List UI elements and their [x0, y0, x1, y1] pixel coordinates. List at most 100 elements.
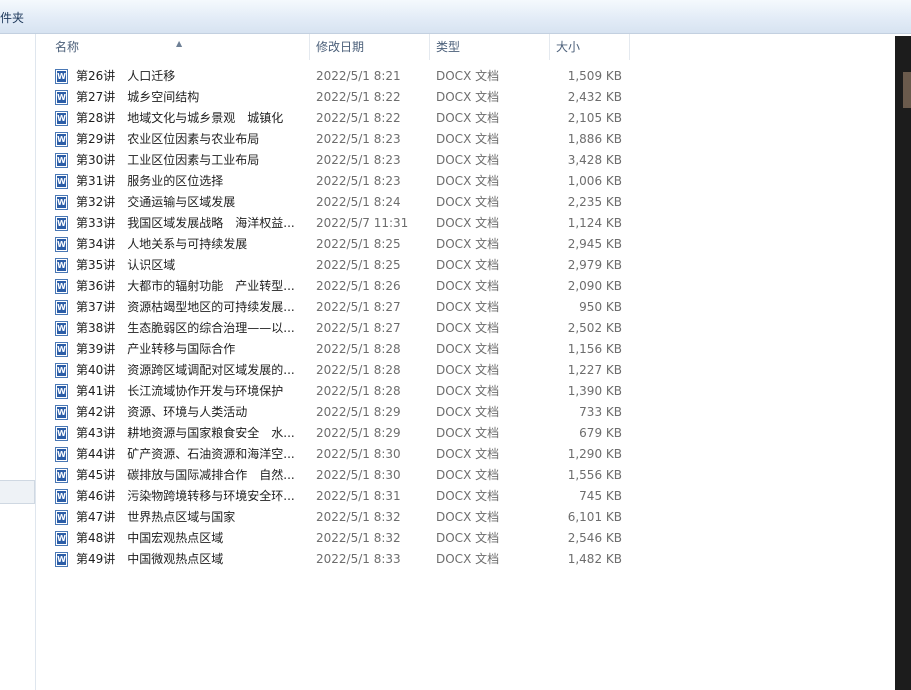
- file-type: DOCX 文档: [436, 552, 500, 566]
- file-name: 第43讲 耕地资源与国家粮食安全 水...: [76, 426, 295, 440]
- word-document-icon: W: [55, 132, 68, 147]
- file-name: 第37讲 资源枯竭型地区的可持续发展...: [76, 300, 295, 314]
- file-row[interactable]: W 第30讲 工业区位因素与工业布局 2022/5/1 8:23 DOCX 文档 3,4…: [37, 150, 631, 171]
- file-modified-date: 2022/5/1 8:23: [316, 132, 401, 146]
- nav-selected-item[interactable]: [0, 480, 35, 504]
- file-modified-date: 2022/5/1 8:28: [316, 384, 401, 398]
- file-type: DOCX 文档: [436, 90, 500, 104]
- file-modified-date: 2022/5/1 8:22: [316, 90, 401, 104]
- word-document-icon: W: [55, 90, 68, 105]
- file-type: DOCX 文档: [436, 132, 500, 146]
- file-modified-date: 2022/5/1 8:30: [316, 447, 401, 461]
- file-modified-date: 2022/5/1 8:23: [316, 174, 401, 188]
- word-document-icon: W: [55, 258, 68, 273]
- file-list: W 第26讲 人口迁移 2022/5/1 8:21 DOCX 文档 1,509 KB W 第…: [37, 66, 631, 570]
- file-row[interactable]: W 第29讲 农业区位因素与农业布局 2022/5/1 8:23 DOCX 文档 1,8…: [37, 129, 631, 150]
- word-document-icon: W: [55, 489, 68, 504]
- file-modified-date: 2022/5/1 8:21: [316, 69, 401, 83]
- file-row[interactable]: W 第40讲 资源跨区域调配对区域发展的... 2022/5/1 8:28 DOCX …: [37, 360, 631, 381]
- file-row[interactable]: W 第46讲 污染物跨境转移与环境安全环... 2022/5/1 8:31 DOCX …: [37, 486, 631, 507]
- column-header-size[interactable]: 大小: [550, 34, 630, 60]
- file-modified-date: 2022/5/1 8:28: [316, 342, 401, 356]
- file-size: 2,546 KB: [567, 531, 622, 545]
- word-document-icon: W: [55, 111, 68, 126]
- column-header-row: ▲ 名称 修改日期 类型 大小: [37, 34, 631, 60]
- file-modified-date: 2022/5/1 8:32: [316, 510, 401, 524]
- file-modified-date: 2022/5/1 8:32: [316, 531, 401, 545]
- column-header-name-label: 名称: [55, 40, 80, 54]
- file-row[interactable]: W 第42讲 资源、环境与人类活动 2022/5/1 8:29 DOCX 文档 733 …: [37, 402, 631, 423]
- file-size: 1,886 KB: [567, 132, 622, 146]
- file-size: 1,556 KB: [567, 468, 622, 482]
- word-document-icon: W: [55, 552, 68, 567]
- file-row[interactable]: W 第27讲 城乡空间结构 2022/5/1 8:22 DOCX 文档 2,432 KB: [37, 87, 631, 108]
- column-header-name[interactable]: ▲ 名称: [37, 34, 310, 60]
- file-size: 679 KB: [579, 426, 622, 440]
- file-size: 2,105 KB: [567, 111, 622, 125]
- file-row[interactable]: W 第41讲 长江流域协作开发与环境保护 2022/5/1 8:28 DOCX 文档 1…: [37, 381, 631, 402]
- column-header-type[interactable]: 类型: [430, 34, 550, 60]
- file-type: DOCX 文档: [436, 279, 500, 293]
- file-row[interactable]: W 第49讲 中国微观热点区域 2022/5/1 8:33 DOCX 文档 1,482 …: [37, 549, 631, 570]
- file-name: 第36讲 大都市的辐射功能 产业转型...: [76, 279, 295, 293]
- file-row[interactable]: W 第37讲 资源枯竭型地区的可持续发展... 2022/5/1 8:27 DOCX …: [37, 297, 631, 318]
- file-name: 第40讲 资源跨区域调配对区域发展的...: [76, 363, 295, 377]
- column-header-date[interactable]: 修改日期: [310, 34, 430, 60]
- file-row[interactable]: W 第39讲 产业转移与国际合作 2022/5/1 8:28 DOCX 文档 1,156…: [37, 339, 631, 360]
- file-row[interactable]: W 第38讲 生态脆弱区的综合治理——以... 2022/5/1 8:27 DOCX …: [37, 318, 631, 339]
- word-document-icon: W: [55, 363, 68, 378]
- file-type: DOCX 文档: [436, 510, 500, 524]
- file-type: DOCX 文档: [436, 531, 500, 545]
- file-row[interactable]: W 第31讲 服务业的区位选择 2022/5/1 8:23 DOCX 文档 1,006 …: [37, 171, 631, 192]
- file-size: 1,290 KB: [567, 447, 622, 461]
- file-size: 1,227 KB: [567, 363, 622, 377]
- file-row[interactable]: W 第47讲 世界热点区域与国家 2022/5/1 8:32 DOCX 文档 6,101…: [37, 507, 631, 528]
- file-type: DOCX 文档: [436, 69, 500, 83]
- file-row[interactable]: W 第26讲 人口迁移 2022/5/1 8:21 DOCX 文档 1,509 KB: [37, 66, 631, 87]
- file-size: 1,006 KB: [567, 174, 622, 188]
- file-size: 1,124 KB: [567, 216, 622, 230]
- file-modified-date: 2022/5/1 8:27: [316, 300, 401, 314]
- word-document-icon: W: [55, 69, 68, 84]
- file-type: DOCX 文档: [436, 216, 500, 230]
- toolbar-folder-label[interactable]: 件夹: [0, 9, 24, 26]
- file-type: DOCX 文档: [436, 447, 500, 461]
- file-name: 第34讲 人地关系与可持续发展: [76, 237, 248, 251]
- file-row[interactable]: W 第36讲 大都市的辐射功能 产业转型... 2022/5/1 8:26 DOCX …: [37, 276, 631, 297]
- word-document-icon: W: [55, 468, 68, 483]
- navigation-pane[interactable]: [0, 34, 36, 690]
- file-type: DOCX 文档: [436, 405, 500, 419]
- toolbar: 件夹: [0, 0, 911, 34]
- file-size: 2,979 KB: [567, 258, 622, 272]
- file-name: 第35讲 认识区域: [76, 258, 176, 272]
- file-modified-date: 2022/5/1 8:25: [316, 258, 401, 272]
- file-row[interactable]: W 第34讲 人地关系与可持续发展 2022/5/1 8:25 DOCX 文档 2,94…: [37, 234, 631, 255]
- file-modified-date: 2022/5/1 8:22: [316, 111, 401, 125]
- file-size: 1,482 KB: [567, 552, 622, 566]
- word-document-icon: W: [55, 300, 68, 315]
- file-size: 1,390 KB: [567, 384, 622, 398]
- file-size: 3,428 KB: [567, 153, 622, 167]
- file-row[interactable]: W 第44讲 矿产资源、石油资源和海洋空... 2022/5/1 8:30 DOCX …: [37, 444, 631, 465]
- file-row[interactable]: W 第43讲 耕地资源与国家粮食安全 水... 2022/5/1 8:29 DOCX …: [37, 423, 631, 444]
- file-name: 第46讲 污染物跨境转移与环境安全环...: [76, 489, 295, 503]
- file-type: DOCX 文档: [436, 237, 500, 251]
- file-row[interactable]: W 第35讲 认识区域 2022/5/1 8:25 DOCX 文档 2,979 KB: [37, 255, 631, 276]
- file-row[interactable]: W 第33讲 我国区域发展战略 海洋权益... 2022/5/7 11:31 DOCX…: [37, 213, 631, 234]
- file-name: 第38讲 生态脆弱区的综合治理——以...: [76, 321, 295, 335]
- file-type: DOCX 文档: [436, 468, 500, 482]
- file-modified-date: 2022/5/1 8:26: [316, 279, 401, 293]
- word-document-icon: W: [55, 174, 68, 189]
- file-size: 6,101 KB: [567, 510, 622, 524]
- file-row[interactable]: W 第28讲 地域文化与城乡景观 城镇化 2022/5/1 8:22 DOCX 文档 2…: [37, 108, 631, 129]
- background-thumbnail: [903, 72, 911, 108]
- file-name: 第30讲 工业区位因素与工业布局: [76, 153, 260, 167]
- file-row[interactable]: W 第32讲 交通运输与区域发展 2022/5/1 8:24 DOCX 文档 2,235…: [37, 192, 631, 213]
- file-name: 第32讲 交通运输与区域发展: [76, 195, 236, 209]
- file-modified-date: 2022/5/1 8:29: [316, 426, 401, 440]
- file-name: 第49讲 中国微观热点区域: [76, 552, 224, 566]
- file-size: 1,156 KB: [567, 342, 622, 356]
- file-row[interactable]: W 第45讲 碳排放与国际减排合作 自然... 2022/5/1 8:30 DOCX …: [37, 465, 631, 486]
- file-row[interactable]: W 第48讲 中国宏观热点区域 2022/5/1 8:32 DOCX 文档 2,546 …: [37, 528, 631, 549]
- file-type: DOCX 文档: [436, 195, 500, 209]
